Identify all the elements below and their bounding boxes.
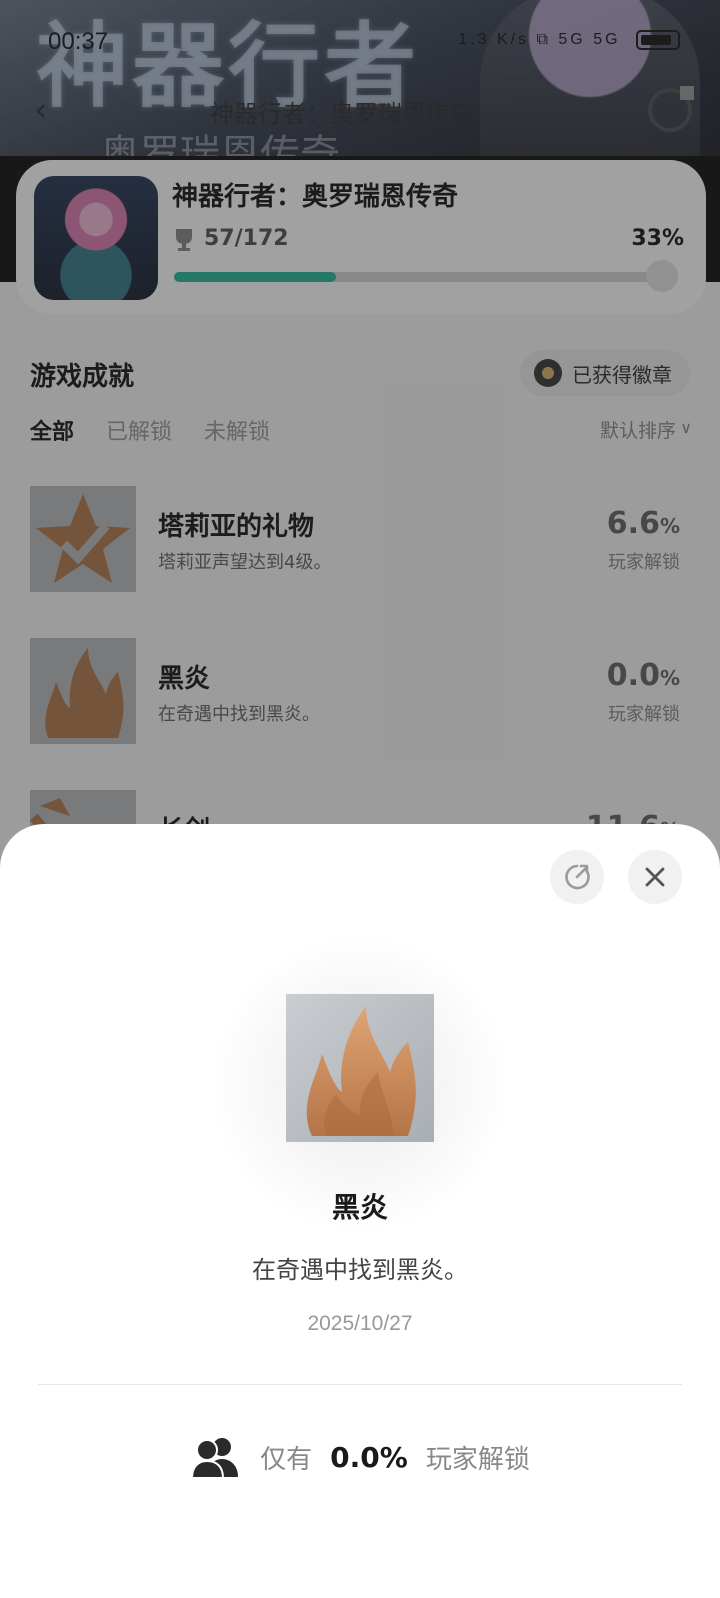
players-icon	[191, 1438, 239, 1479]
detail-description: 在奇遇中找到黑炎。	[252, 1256, 468, 1284]
share-icon	[565, 864, 590, 890]
unlock-date: 2025/10/27	[307, 1312, 413, 1335]
unlock-suffix: 玩家解锁	[425, 1444, 530, 1475]
unlock-rate-row: 仅有 0.0% 玩家解锁	[0, 1432, 720, 1482]
flame-icon	[286, 994, 434, 1142]
detail-title: 黑炎	[331, 1191, 388, 1224]
share-button[interactable]	[550, 850, 604, 904]
close-button[interactable]	[628, 850, 682, 904]
unlock-prefix: 仅有	[260, 1444, 313, 1475]
close-icon	[645, 867, 665, 887]
achievement-detail-sheet: 黑炎 在奇遇中找到黑炎。 2025/10/27 仅有 0.0% 玩家解锁	[0, 824, 720, 1598]
divider	[38, 1384, 682, 1385]
unlock-value: 0.0%	[330, 1440, 408, 1474]
